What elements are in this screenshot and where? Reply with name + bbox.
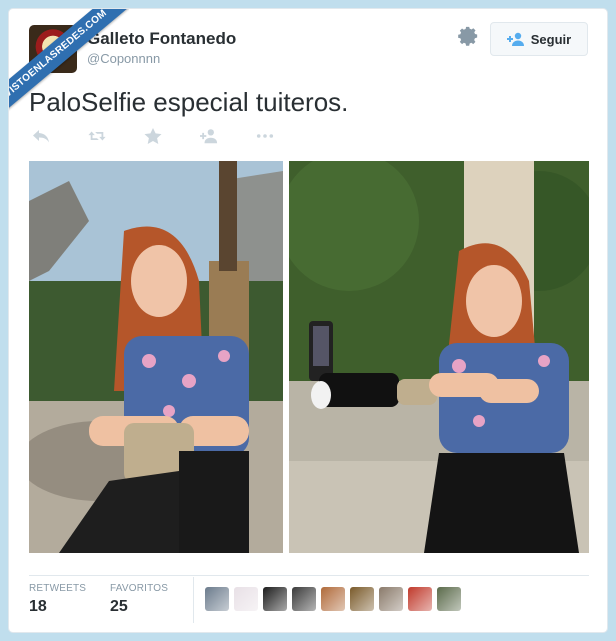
stats-divider — [29, 575, 589, 576]
retweet-icon[interactable] — [87, 127, 107, 145]
follow-button[interactable]: Seguir — [490, 22, 588, 56]
favoriter-avatar[interactable] — [408, 587, 432, 611]
stats-separator — [193, 577, 194, 623]
favoriter-avatar[interactable] — [292, 587, 316, 611]
retweets-stat[interactable]: RETWEETS 18 — [29, 583, 86, 616]
favorite-icon[interactable] — [143, 127, 163, 145]
favoriter-avatar[interactable] — [437, 587, 461, 611]
favoriter-avatar[interactable] — [263, 587, 287, 611]
retweets-count: 18 — [29, 598, 47, 615]
favoriter-avatar[interactable] — [350, 587, 374, 611]
favorites-label: FAVORITOS — [110, 583, 169, 594]
follow-label: Seguir — [530, 31, 572, 47]
photo-2-image — [289, 161, 589, 553]
favorites-stat[interactable]: FAVORITOS 25 — [110, 583, 168, 616]
favorites-count: 25 — [110, 598, 128, 615]
favoriter-avatar[interactable] — [205, 587, 229, 611]
watermark-ribbon: VISTOENLASREDES.COM — [9, 9, 129, 129]
tweet-photo-1[interactable] — [29, 161, 283, 553]
tweet-photo-2[interactable] — [289, 161, 589, 553]
tweet-card: VISTOENLASREDES.COM Galleto Fontanedo @C… — [8, 8, 608, 633]
gear-icon[interactable] — [457, 25, 479, 47]
tweet-actions — [31, 127, 275, 145]
watermark-text: VISTOENLASREDES.COM — [9, 9, 129, 124]
more-icon[interactable] — [255, 127, 275, 145]
add-user-icon — [506, 32, 524, 46]
favoriter-avatar[interactable] — [379, 587, 403, 611]
retweets-label: RETWEETS — [29, 583, 87, 594]
photo-1-image — [29, 161, 283, 553]
favoriter-avatar[interactable] — [321, 587, 345, 611]
reply-icon[interactable] — [31, 127, 51, 145]
favoriter-avatar[interactable] — [234, 587, 258, 611]
favoriters-list — [205, 587, 461, 611]
follow-icon[interactable] — [199, 127, 219, 145]
